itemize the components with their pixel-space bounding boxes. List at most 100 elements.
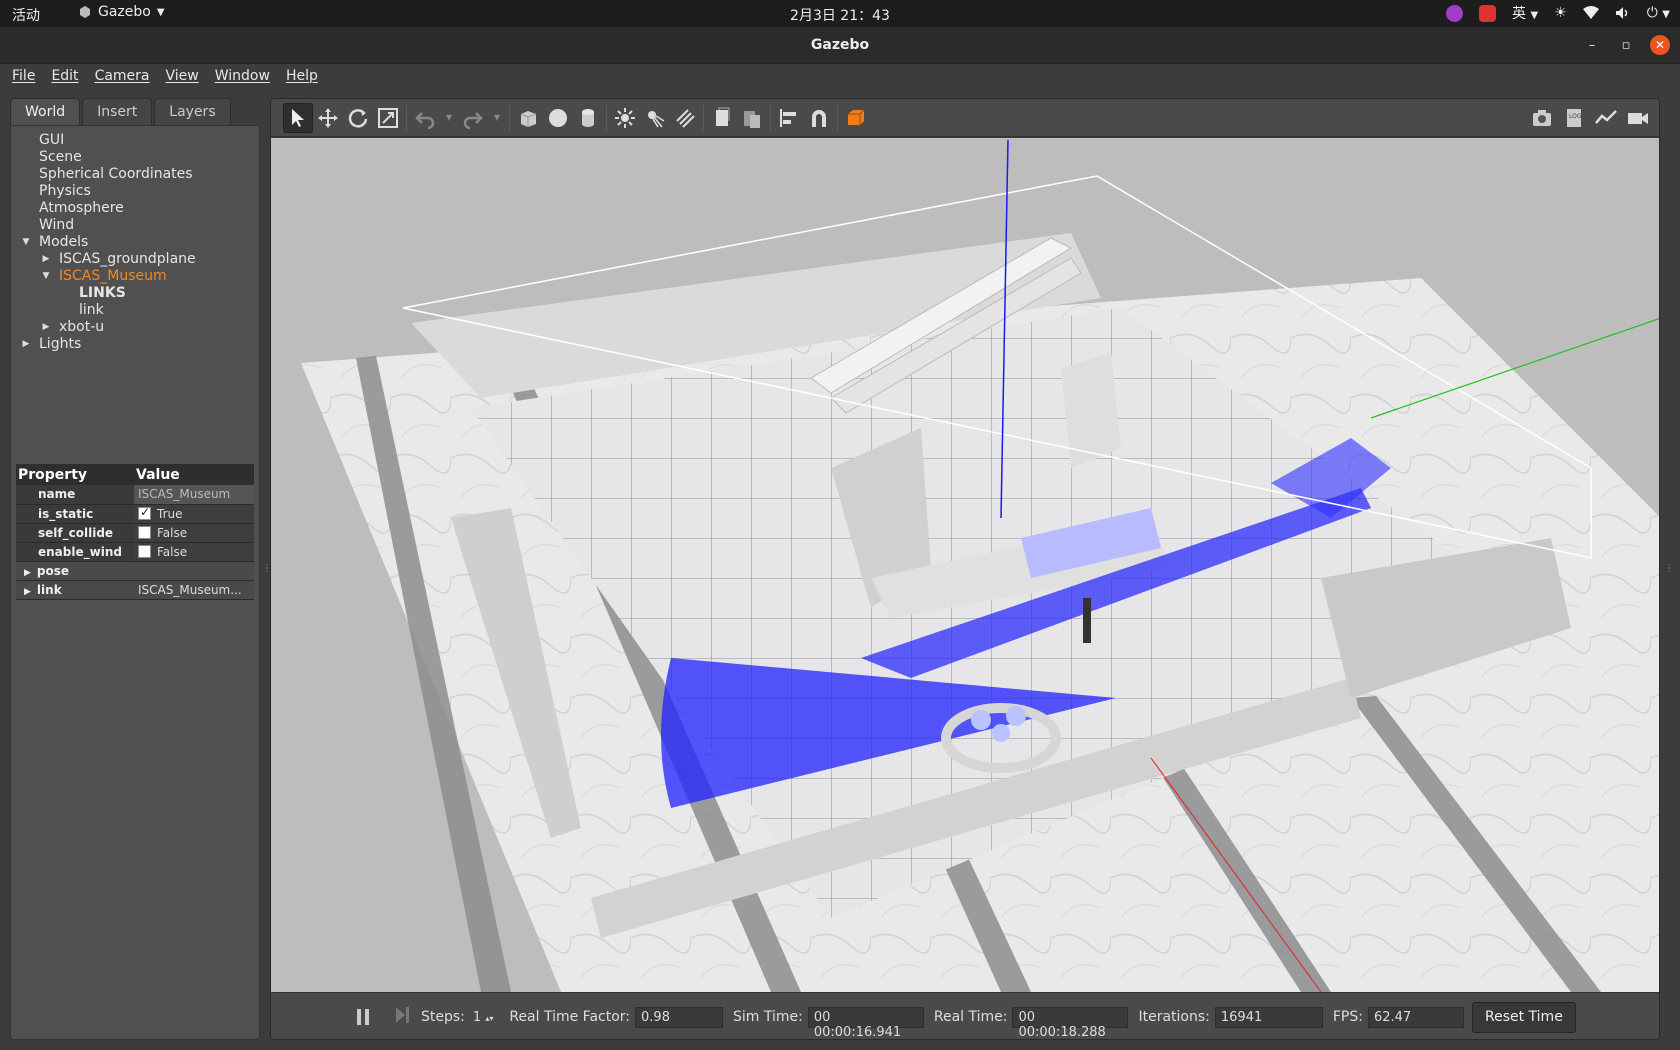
view-angle-button[interactable] xyxy=(841,103,871,133)
spot-light-button[interactable] xyxy=(640,103,670,133)
paste-button[interactable] xyxy=(737,103,767,133)
cylinder-button[interactable] xyxy=(573,103,603,133)
info-pillar xyxy=(1061,353,1121,468)
volume-icon[interactable] xyxy=(1615,6,1631,20)
stool xyxy=(971,710,991,730)
power-icon[interactable]: ⏻ ▼ xyxy=(1647,5,1670,21)
align-button[interactable] xyxy=(774,103,804,133)
property-value-enable-wind[interactable]: False xyxy=(134,542,254,562)
checkbox-unchecked-icon[interactable] xyxy=(138,544,151,558)
tree-item-xbot-u[interactable]: ▶ xbot-u xyxy=(11,319,259,336)
pause-button[interactable] xyxy=(271,1008,371,1026)
undo-button[interactable] xyxy=(410,103,440,133)
close-button[interactable]: ✕ xyxy=(1650,35,1670,55)
tree-item-wind[interactable]: Wind xyxy=(11,217,259,234)
redo-button[interactable] xyxy=(458,103,488,133)
left-panel: World Insert Layers GUI Scene Spherical … xyxy=(10,98,260,1040)
collapse-arrow-icon[interactable]: ▶ xyxy=(41,251,51,268)
tree-item-links[interactable]: LINKS xyxy=(11,285,259,302)
tree-item-label: ISCAS_Museum xyxy=(59,268,167,284)
step-button[interactable] xyxy=(395,1006,411,1028)
simulation-status-bar: Steps: 1 ▴▾ Real Time Factor: 0.98 Sim T… xyxy=(271,992,1659,1039)
menu-edit[interactable]: Edit xyxy=(43,64,86,90)
property-value-self-collide[interactable]: False xyxy=(134,523,254,543)
weibo-icon[interactable] xyxy=(1479,4,1497,22)
tree-item-gui[interactable]: GUI xyxy=(11,132,259,149)
wifi-icon[interactable] xyxy=(1582,6,1599,20)
minimize-button[interactable]: – xyxy=(1582,35,1602,55)
tree-item-link[interactable]: link xyxy=(11,302,259,319)
right-splitter-handle[interactable]: ⋮ xyxy=(1664,563,1674,574)
activities-button[interactable]: 活动 xyxy=(12,5,40,25)
copy-button[interactable] xyxy=(707,103,737,133)
window-title-bar[interactable]: Gazebo – ▫ ✕ xyxy=(0,27,1680,64)
steps-spinbox[interactable]: 1 ▴▾ xyxy=(473,1010,493,1025)
tab-world[interactable]: World xyxy=(10,98,81,125)
tree-item-models[interactable]: ▼ Models xyxy=(11,234,259,251)
log-button[interactable]: LOG xyxy=(1559,103,1589,133)
pause-icon xyxy=(357,1009,369,1025)
property-row-link[interactable]: ▶ link ISCAS_Museum... xyxy=(16,580,254,600)
menu-view[interactable]: View xyxy=(158,64,207,90)
clock[interactable]: 2月3日 21：43 xyxy=(790,8,890,24)
app-indicator-icon[interactable] xyxy=(1446,4,1464,22)
maximize-button[interactable]: ▫ xyxy=(1616,35,1636,55)
point-light-button[interactable] xyxy=(610,103,640,133)
screenshot-button[interactable] xyxy=(1527,103,1557,133)
brightness-icon[interactable]: ☀ xyxy=(1554,5,1567,21)
app-menu[interactable]: Gazebo ▼ xyxy=(78,4,165,20)
tree-item-spherical-coordinates[interactable]: Spherical Coordinates xyxy=(11,166,259,183)
record-video-button[interactable] xyxy=(1623,103,1653,133)
snap-button[interactable] xyxy=(804,103,834,133)
left-panel-tabs: World Insert Layers xyxy=(10,98,260,125)
input-method-indicator[interactable]: 英 ▼ xyxy=(1512,3,1538,23)
menu-bar: File Edit Camera View Window Help xyxy=(0,64,1680,90)
expand-arrow-icon[interactable]: ▶ xyxy=(24,587,31,597)
sphere-button[interactable] xyxy=(543,103,573,133)
select-mode-button[interactable] xyxy=(283,102,313,133)
directional-light-button[interactable] xyxy=(670,103,700,133)
view-cube-icon xyxy=(848,109,865,125)
collapse-arrow-icon[interactable]: ▶ xyxy=(21,336,31,353)
3d-scene[interactable] xyxy=(271,138,1659,993)
arrow-cursor-icon xyxy=(292,108,304,127)
property-row-pose[interactable]: ▶ pose xyxy=(16,561,254,581)
box-button[interactable] xyxy=(513,103,543,133)
rotate-mode-button[interactable] xyxy=(343,103,373,133)
rotate-icon xyxy=(348,108,368,128)
tree-item-physics[interactable]: Physics xyxy=(11,183,259,200)
reset-time-button[interactable]: Reset Time xyxy=(1471,1001,1576,1033)
checkbox-unchecked-icon[interactable] xyxy=(138,525,151,539)
menu-file[interactable]: File xyxy=(4,64,43,90)
expand-arrow-icon[interactable]: ▼ xyxy=(21,234,31,251)
point-light-icon xyxy=(615,107,635,128)
checkbox-checked-icon[interactable] xyxy=(138,505,151,520)
redo-history-button[interactable]: ▼ xyxy=(488,103,506,133)
tree-item-iscas-museum[interactable]: ▼ ISCAS_Museum xyxy=(11,268,259,285)
tree-item-atmosphere[interactable]: Atmosphere xyxy=(11,200,259,217)
property-value-name: ISCAS_Museum xyxy=(134,485,254,505)
plot-button[interactable] xyxy=(1591,103,1621,133)
tab-insert[interactable]: Insert xyxy=(82,98,153,125)
iterations-label: Iterations: xyxy=(1138,1009,1210,1025)
spin-arrows-icon[interactable]: ▴▾ xyxy=(485,1014,493,1023)
undo-history-button[interactable]: ▼ xyxy=(440,103,458,133)
tab-layers[interactable]: Layers xyxy=(154,98,231,125)
scale-mode-button[interactable] xyxy=(373,103,403,133)
translate-mode-button[interactable] xyxy=(313,103,343,133)
tree-item-lights[interactable]: ▶ Lights xyxy=(11,336,259,353)
expand-arrow-icon[interactable]: ▼ xyxy=(41,268,51,285)
steps-value: 1 xyxy=(472,1009,482,1025)
tree-item-iscas-groundplane[interactable]: ▶ ISCAS_groundplane xyxy=(11,251,259,268)
menu-camera[interactable]: Camera xyxy=(87,64,158,90)
tree-item-label: Scene xyxy=(39,149,82,165)
menu-window[interactable]: Window xyxy=(207,64,278,90)
menu-help[interactable]: Help xyxy=(278,64,326,90)
property-value-is-static[interactable]: True xyxy=(134,504,254,524)
property-key: name xyxy=(16,485,134,505)
tree-item-scene[interactable]: Scene xyxy=(11,149,259,166)
expand-arrow-icon[interactable]: ▶ xyxy=(24,568,31,578)
collapse-arrow-icon[interactable]: ▶ xyxy=(41,319,51,336)
property-value-pose xyxy=(134,561,254,581)
left-splitter-handle[interactable]: ⋮ xyxy=(262,563,272,574)
